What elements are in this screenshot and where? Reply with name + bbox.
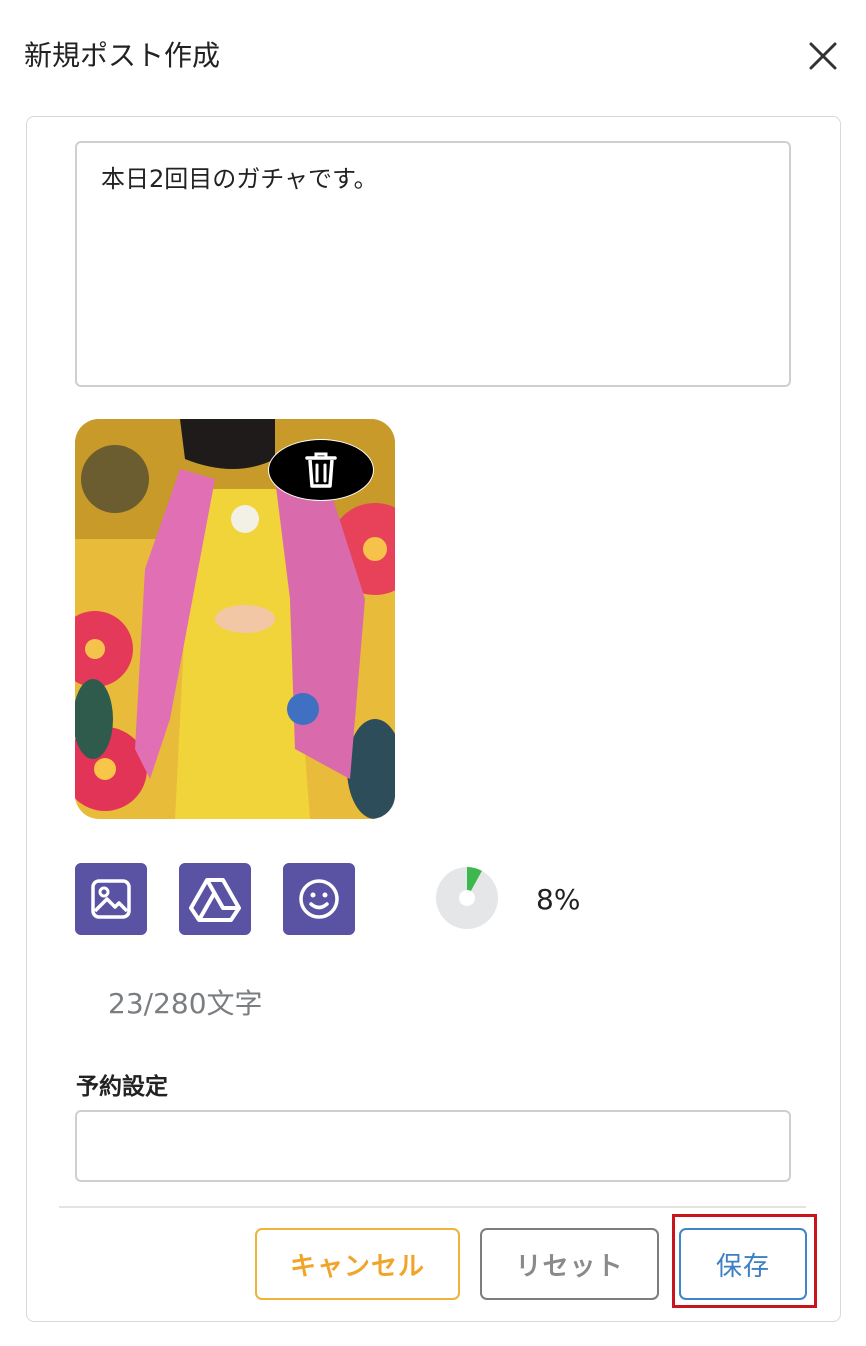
close-icon[interactable]	[805, 38, 841, 74]
footer-divider	[59, 1206, 806, 1208]
google-drive-icon	[189, 878, 241, 922]
cancel-button[interactable]: キャンセル	[255, 1228, 460, 1300]
character-progress-ring	[436, 867, 498, 929]
character-count: 23/280文字	[108, 987, 263, 1020]
schedule-input[interactable]	[75, 1110, 791, 1182]
save-button-highlight	[672, 1214, 817, 1308]
delete-image-button[interactable]	[268, 439, 374, 501]
add-image-button[interactable]	[75, 863, 147, 935]
reset-button[interactable]: リセット	[480, 1228, 659, 1300]
dialog-title: 新規ポスト作成	[24, 39, 221, 72]
trash-icon	[305, 452, 337, 488]
image-icon	[91, 879, 131, 919]
post-text-input[interactable]: 本日2回目のガチャです。	[75, 141, 791, 387]
google-drive-button[interactable]	[179, 863, 251, 935]
smiley-icon	[299, 879, 339, 919]
progress-percent: 8%	[536, 883, 581, 916]
emoji-button[interactable]	[283, 863, 355, 935]
schedule-label: 予約設定	[76, 1074, 168, 1100]
